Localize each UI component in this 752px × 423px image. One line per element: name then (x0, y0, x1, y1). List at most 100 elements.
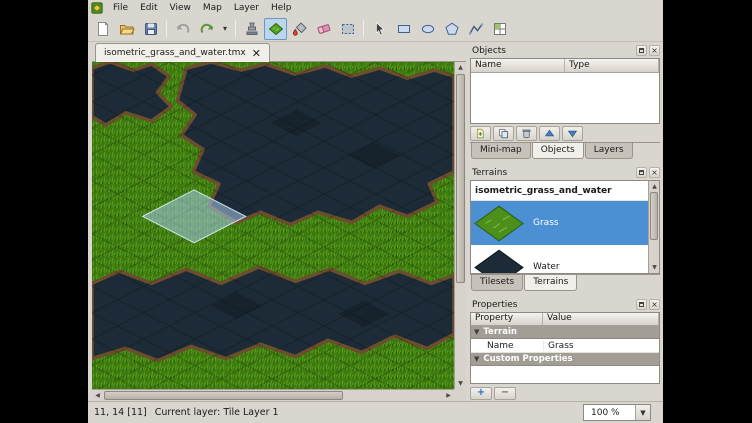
tab-layers[interactable]: Layers (585, 142, 633, 159)
menu-view[interactable]: View (164, 2, 197, 14)
tab-objects[interactable]: Objects (532, 142, 584, 159)
tab-terrains[interactable]: Terrains (524, 274, 577, 291)
arrow-up-icon (544, 128, 555, 139)
duplicate-object-button[interactable] (493, 126, 514, 141)
document-icon (95, 21, 111, 37)
terrain-group-row[interactable]: ▼ Terrain (471, 326, 659, 339)
redo-arrow-icon (199, 21, 215, 37)
close-dock-button[interactable]: × (649, 167, 660, 178)
move-object-down-button[interactable] (562, 126, 583, 141)
terrain-icon (268, 21, 284, 37)
scroll-right-icon[interactable]: ▶ (443, 390, 454, 401)
menu-layer[interactable]: Layer (228, 2, 265, 14)
tab-mini-map[interactable]: Mini-map (471, 142, 531, 159)
rectangular-select-tool-button[interactable] (336, 18, 359, 40)
menu-help[interactable]: Help (265, 2, 298, 14)
scroll-up-icon[interactable]: ▲ (649, 181, 660, 192)
screen: File Edit View Map Layer Help (0, 0, 752, 423)
water-tile-thumbnail (474, 249, 524, 275)
remove-object-button[interactable] (516, 126, 537, 141)
terrain-item-water[interactable]: Water (471, 245, 659, 274)
dock-column: Objects × Name Type (466, 42, 663, 401)
menu-edit[interactable]: Edit (134, 2, 163, 14)
terrains-dock-header: Terrains × (470, 165, 660, 180)
tab-tilesets[interactable]: Tilesets (471, 274, 523, 291)
objects-column-name[interactable]: Name (471, 59, 565, 72)
insert-polygon-tool-button[interactable] (440, 18, 463, 40)
property-value[interactable]: Grass (543, 341, 659, 351)
polyline-shape-icon (468, 21, 484, 37)
map-canvas[interactable] (92, 62, 454, 389)
properties-table-header: Property Value (471, 313, 659, 326)
horizontal-scroll-thumb[interactable] (104, 391, 343, 400)
float-dock-button[interactable] (636, 299, 647, 310)
terrain-brush-tool-button[interactable] (264, 18, 287, 40)
toolbar-separator (166, 20, 167, 37)
grass-tile-thumbnail (474, 205, 524, 242)
canvas-vertical-scrollbar[interactable]: ▲ ▼ (454, 62, 466, 389)
terrains-dock-title: Terrains (470, 168, 634, 178)
add-property-button[interactable]: + (470, 387, 492, 400)
float-dock-button[interactable] (636, 45, 647, 56)
tab-close-icon[interactable]: ✕ (252, 48, 261, 59)
terrains-scrollbar[interactable]: ▲ ▼ (648, 181, 659, 273)
tile-grid-icon (492, 21, 508, 37)
insert-rectangle-tool-button[interactable] (392, 18, 415, 40)
current-layer-info: Current layer: Tile Layer 1 (155, 407, 279, 418)
scroll-up-icon[interactable]: ▲ (455, 62, 466, 73)
scroll-down-icon[interactable]: ▼ (455, 378, 466, 389)
scroll-left-icon[interactable]: ◀ (92, 390, 103, 401)
main-toolbar: ▾ (88, 16, 663, 42)
stamp-brush-tool-button[interactable] (240, 18, 263, 40)
upper-dock-tabs: Mini-map Objects Layers (470, 142, 660, 162)
tileset-name: isometric_grass_and_water (475, 186, 612, 196)
float-icon (639, 170, 644, 175)
document-tab[interactable]: isometric_grass_and_water.tmx ✕ (95, 43, 270, 62)
add-object-button[interactable] (470, 126, 491, 141)
history-dropdown-button[interactable]: ▾ (219, 18, 231, 40)
scrollbar-corner (454, 389, 466, 401)
terrain-item-grass[interactable]: Grass (471, 201, 659, 245)
scroll-down-icon[interactable]: ▼ (649, 262, 660, 273)
save-button[interactable] (139, 18, 162, 40)
close-dock-button[interactable]: × (649, 45, 660, 56)
vertical-scroll-thumb[interactable] (456, 74, 465, 283)
menu-file[interactable]: File (107, 2, 134, 14)
menu-map[interactable]: Map (197, 2, 228, 14)
objects-column-type[interactable]: Type (565, 59, 659, 72)
insert-polyline-tool-button[interactable] (464, 18, 487, 40)
select-objects-tool-button[interactable] (368, 18, 391, 40)
selection-rectangle-icon (340, 21, 356, 37)
float-dock-button[interactable] (636, 167, 647, 178)
open-button[interactable] (115, 18, 138, 40)
trash-icon (521, 128, 532, 139)
group-label: Terrain (483, 327, 517, 337)
isometric-grid (92, 62, 454, 389)
remove-property-button[interactable]: − (494, 387, 516, 400)
property-row-name[interactable]: Name Grass (471, 339, 659, 353)
move-object-up-button[interactable] (539, 126, 560, 141)
zoom-dropdown-icon[interactable]: ▼ (635, 405, 650, 420)
insert-tile-tool-button[interactable] (488, 18, 511, 40)
property-column-header[interactable]: Property (471, 313, 543, 325)
objects-toolbar (470, 124, 660, 142)
objects-table-header: Name Type (471, 59, 659, 73)
close-dock-button[interactable]: × (649, 299, 660, 310)
arrow-down-icon (567, 128, 578, 139)
custom-properties-group-row[interactable]: ▼ Custom Properties (471, 353, 659, 366)
zoom-control[interactable]: 100 % ▼ (583, 404, 651, 421)
bucket-fill-tool-button[interactable] (288, 18, 311, 40)
eraser-tool-button[interactable] (312, 18, 335, 40)
value-column-header[interactable]: Value (543, 313, 659, 325)
new-map-button[interactable] (91, 18, 114, 40)
terrains-scroll-thumb[interactable] (650, 192, 658, 240)
redo-button[interactable] (195, 18, 218, 40)
canvas-horizontal-scrollbar[interactable]: ◀ ▶ (92, 389, 454, 401)
objects-list-empty[interactable] (471, 73, 659, 123)
cursor-position: 11, 14 [11] (94, 407, 147, 418)
terrains-tileset-row[interactable]: isometric_grass_and_water (471, 181, 659, 201)
insert-ellipse-tool-button[interactable] (416, 18, 439, 40)
eraser-icon (316, 21, 332, 37)
undo-button[interactable] (171, 18, 194, 40)
document-tab-label: isometric_grass_and_water.tmx (104, 48, 246, 58)
